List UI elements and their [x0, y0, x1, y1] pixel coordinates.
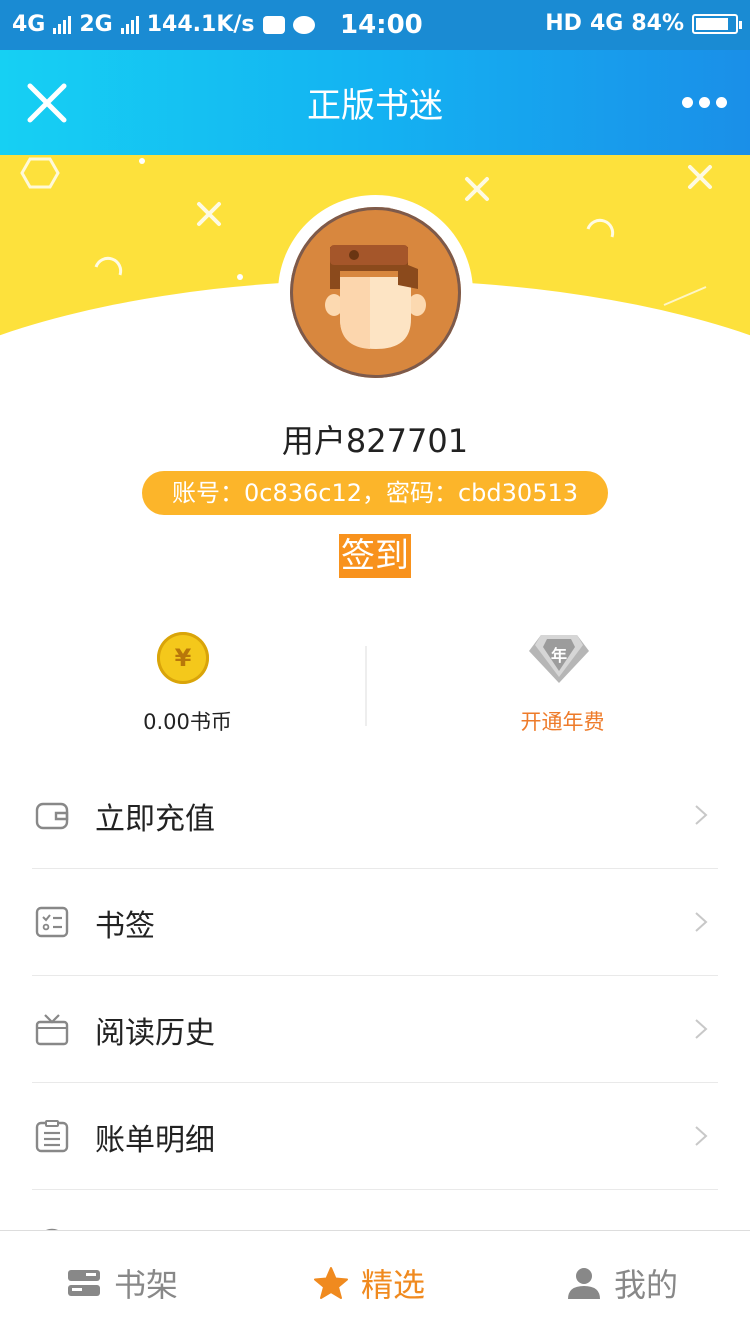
tab-mine[interactable]: 我的 — [566, 1231, 678, 1334]
app-notification-icon — [262, 15, 285, 34]
menu-item-history[interactable]: 阅读历史 — [32, 976, 718, 1083]
menu-label: 账单明细 — [95, 1123, 215, 1158]
dot — [682, 96, 693, 108]
tab-featured[interactable]: 精选 — [313, 1231, 425, 1334]
hexagon-deco-icon — [20, 157, 60, 189]
tab-label: 书架 — [114, 1265, 179, 1304]
menu-item-bookmarks[interactable]: 书签 — [32, 869, 718, 976]
menu-list: 立即充值 书签 阅读历史 账单明细 — [32, 762, 718, 1250]
menu-item-recharge[interactable]: 立即充值 — [32, 762, 718, 869]
tab-bookshelf[interactable]: 书架 — [66, 1231, 178, 1334]
stats-divider — [365, 646, 367, 726]
page-title: 正版书迷 — [307, 86, 443, 126]
network-speed: 144.1K/s — [146, 12, 255, 37]
bookshelf-icon — [68, 1269, 100, 1296]
x-deco-icon — [465, 177, 489, 201]
vip-label: 开通年费 — [520, 710, 605, 734]
bookmark-list-icon — [35, 906, 69, 938]
signin-button[interactable]: 签到 — [339, 534, 411, 578]
avatar[interactable] — [290, 207, 461, 378]
star-icon — [314, 1266, 348, 1299]
diamond-icon: 年 — [529, 635, 589, 683]
coin-icon: ¥ — [157, 632, 209, 684]
battery-icon — [692, 13, 742, 34]
network-gen-label: 4G — [589, 11, 624, 36]
bottom-tab-bar: 书架 精选 我的 — [0, 1230, 750, 1334]
dot — [716, 96, 727, 108]
avatar-face-icon — [325, 245, 426, 349]
vip-stat[interactable]: 年 开通年费 — [375, 620, 750, 740]
dot-deco-icon — [139, 158, 145, 164]
hd-label: HD — [545, 11, 582, 36]
title-bar: 正版书迷 — [0, 50, 750, 155]
status-right: HD 4G 84% — [545, 11, 742, 36]
coins-stat[interactable]: ¥ 0.00书币 — [0, 620, 375, 740]
vip-badge-text: 年 — [551, 646, 567, 665]
battery-fill — [696, 17, 728, 30]
user-icon — [568, 1267, 600, 1299]
coins-balance: 0.00书币 — [143, 710, 232, 734]
history-icon — [35, 1014, 69, 1046]
menu-label: 书签 — [95, 909, 155, 944]
x-deco-icon — [197, 202, 221, 226]
signal-bars-icon — [53, 15, 72, 34]
menu-label: 立即充值 — [95, 802, 215, 837]
network-label-1: 4G — [12, 12, 46, 37]
network-label-2: 2G — [79, 12, 113, 37]
more-dots-icon[interactable] — [682, 90, 732, 114]
chevron-right-icon — [695, 1126, 708, 1146]
signal-bars-icon-2 — [120, 15, 139, 34]
battery-percent: 84% — [631, 11, 684, 36]
dot — [699, 96, 710, 108]
chevron-right-icon — [695, 1019, 708, 1039]
account-credentials: 账号：0c836c12，密码：cbd30513 — [142, 471, 608, 515]
status-left: 4G 2G 144.1K/s — [12, 12, 315, 37]
bill-icon — [35, 1120, 69, 1153]
tab-label: 我的 — [614, 1265, 679, 1304]
chat-notification-icon — [292, 15, 315, 34]
chevron-right-icon — [695, 912, 708, 932]
stats-row: ¥ 0.00书币 年 开通年费 — [0, 620, 750, 740]
x-deco-icon — [688, 165, 712, 189]
wallet-icon — [35, 802, 69, 830]
arc-deco-icon — [586, 218, 615, 238]
dot-deco-icon — [237, 274, 243, 280]
menu-item-bills[interactable]: 账单明细 — [32, 1083, 718, 1190]
chevron-right-icon — [695, 805, 708, 825]
arc-deco-icon — [94, 256, 123, 276]
menu-label: 阅读历史 — [95, 1016, 215, 1051]
username: 用户827701 — [281, 422, 469, 460]
tab-label: 精选 — [361, 1265, 426, 1304]
clock: 14:00 — [340, 10, 423, 40]
status-bar: 4G 2G 144.1K/s 14:00 HD 4G 84% — [0, 0, 750, 50]
streak-deco-icon — [663, 286, 707, 306]
